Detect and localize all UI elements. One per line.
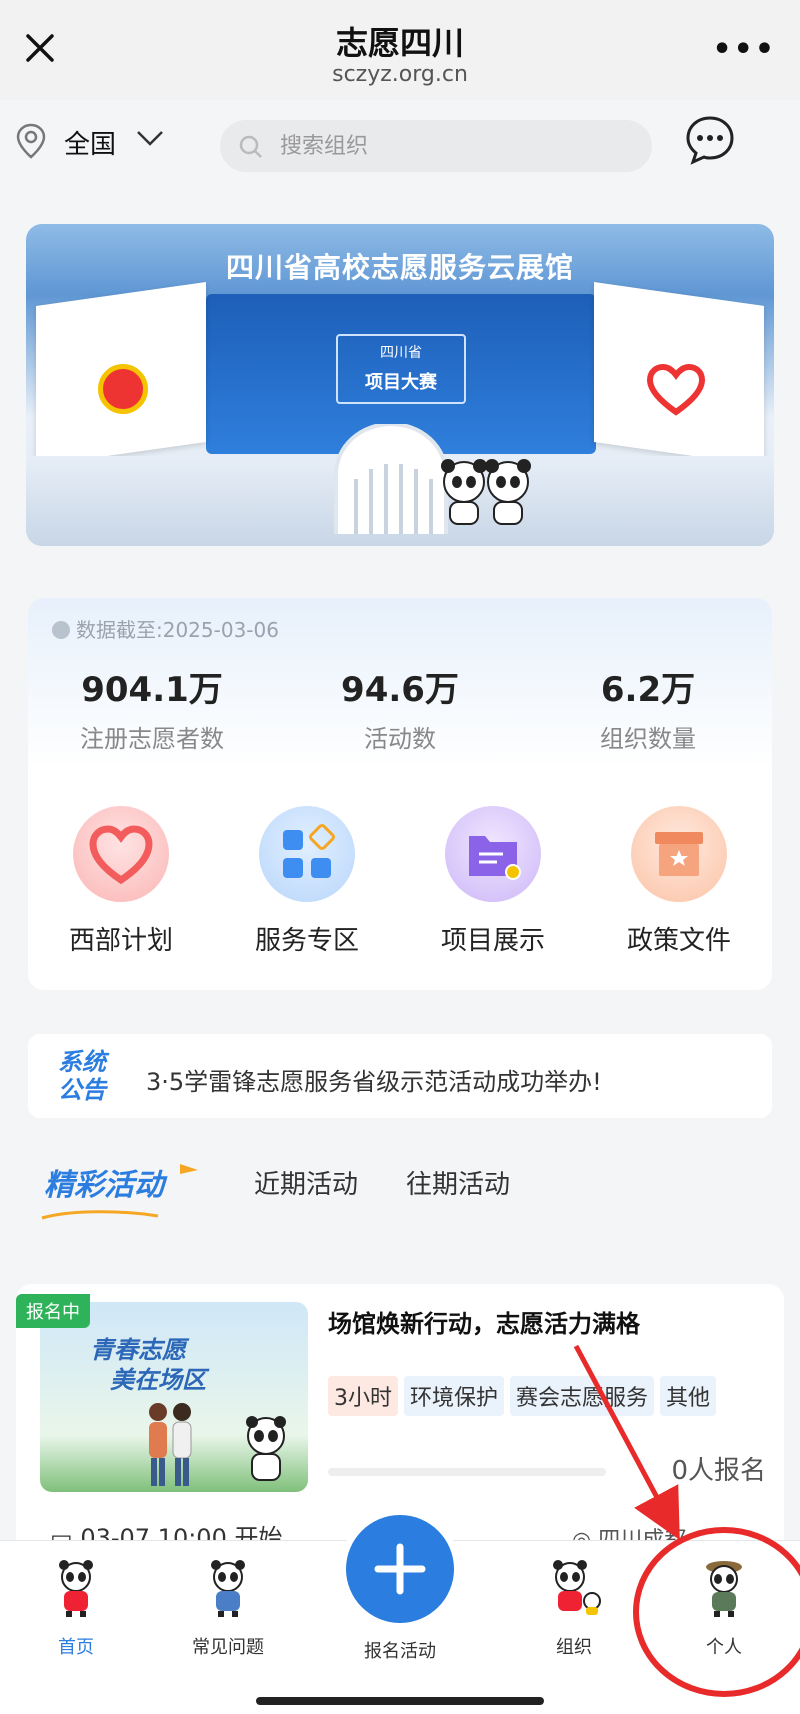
banner-screen-bottom: 项目大赛 [365,372,437,393]
tag-chip: 3小时 [328,1376,398,1416]
quick-western-plan[interactable]: 西部计划 [28,806,214,957]
panda-home-icon [59,1560,93,1617]
quick-service-zone[interactable]: 服务专区 [214,806,400,957]
top-bar: 志愿四川 sczyz.org.cn ••• [0,0,800,100]
quick-policy-docs[interactable]: 政策文件 [586,806,772,957]
stat-value: 6.2万 [600,670,696,710]
quick-project-showcase[interactable]: 项目展示 [400,806,586,957]
activity-tags: 3小时 环境保护 赛会志愿服务 其他 [328,1376,722,1416]
data-as-of-text: 数据截至:2025-03-06 [76,618,279,642]
stat-activities[interactable]: 94.6万 活动数 [276,662,524,754]
location-pin-icon[interactable] [14,122,48,160]
nav-home[interactable]: 首页 [16,1557,136,1659]
quick-icon-wrap [259,806,355,902]
tab-past[interactable]: 往期活动 [406,1164,510,1201]
quick-icon-wrap [631,806,727,902]
tab-underline-icon [41,1210,159,1220]
tag-chip: 赛会志愿服务 [510,1376,655,1416]
stats-card: 数据截至:2025-03-06 904.1万 注册志愿者数 94.6万 活动数 … [28,598,772,990]
activity-tabs: 精彩活动 近期活动 往期活动 [0,1150,800,1230]
page-title: 志愿四川 [335,24,464,62]
nav-label-signup[interactable]: 报名活动 [340,1637,460,1663]
nav-profile[interactable]: 个人 [664,1557,784,1659]
quick-icon-wrap [73,806,169,902]
status-badge: 报名中 [16,1294,90,1328]
home-indicator [256,1697,544,1705]
stat-label: 组织数量 [600,725,696,753]
nav-organization[interactable]: 组织 [514,1557,634,1659]
volunteers-illustration-icon [149,1403,192,1486]
tab-recent[interactable]: 近期活动 [254,1164,358,1201]
stat-organizations[interactable]: 6.2万 组织数量 [524,662,772,754]
search-icon [239,135,262,158]
search-bar[interactable] [220,120,652,172]
activity-title: 场馆焕新行动，志愿活力满格 [328,1310,640,1338]
banner-screen: 四川省 项目大赛 [336,334,466,404]
quick-label: 服务专区 [254,926,359,956]
nav-label: 首页 [58,1637,94,1658]
stat-label: 注册志愿者数 [80,725,224,753]
folder-icon [469,836,521,880]
nav-label: 组织 [556,1637,592,1658]
thumbnail-line2: 美在场区 [110,1366,206,1394]
banner-title: 四川省高校志愿服务云展馆 [225,251,574,284]
stat-label: 活动数 [364,725,436,753]
signup-count: 0人报名 [671,1456,766,1486]
location-selector[interactable]: 全国 [64,124,116,161]
bottom-nav: 首页 常见问题 报名活动 组织 个人 [0,1515,800,1714]
nav-label: 个人 [706,1637,742,1658]
grid-icon [283,824,335,878]
tag-chip: 其他 [660,1376,717,1416]
document-box-icon [655,832,703,876]
notice-tag: 系统公告 [58,1048,106,1104]
chevron-down-icon[interactable] [134,126,166,150]
data-as-of: 数据截至:2025-03-06 [52,614,279,643]
system-notice[interactable]: 系统公告 3·5学雷锋志愿服务省级示范活动成功举办! [28,1034,772,1118]
youth-league-emblem-icon [98,364,148,414]
heart-icon [89,825,153,885]
plus-icon [374,1543,426,1595]
volunteer-heart-logo-icon [646,363,706,416]
tab-featured[interactable]: 精彩活动 [44,1160,164,1204]
activity-card[interactable]: 青春志愿 美在场区 报名中 场馆焕新行动，志愿活力满格 3小时 环境保护 赛会志愿服… [16,1284,784,1554]
activity-thumbnail: 青春志愿 美在场区 [40,1302,308,1492]
info-icon [52,621,70,639]
quick-label: 政策文件 [626,926,731,956]
add-activity-button[interactable] [346,1515,454,1623]
more-icon[interactable]: ••• [712,32,776,67]
flag-icon [180,1164,198,1182]
search-input[interactable] [280,128,640,164]
stat-value: 904.1万 [81,670,223,710]
page-url: sczyz.org.cn [332,62,468,87]
stat-volunteers[interactable]: 904.1万 注册志愿者数 [28,662,276,754]
panda-mascots-icon [441,459,531,525]
banner-carousel[interactable]: 四川省高校志愿服务云展馆 四川省 项目大赛 [26,224,774,546]
panda-mascot-icon [246,1416,286,1481]
quick-label: 西部计划 [68,926,173,956]
quick-label: 项目展示 [440,926,545,956]
quick-icon-wrap [445,806,541,902]
stat-value: 94.6万 [341,670,459,710]
message-icon[interactable] [684,114,736,166]
notice-text: 3·5学雷锋志愿服务省级示范活动成功举办! [146,1068,602,1096]
signup-progress-bar [328,1468,606,1476]
panda-organization-icon [553,1560,601,1615]
panda-profile-icon [706,1561,742,1617]
panda-faq-icon [211,1560,245,1617]
banner-screen-top: 四川省 [380,345,422,361]
nav-label: 常见问题 [192,1637,264,1658]
nav-faq[interactable]: 常见问题 [168,1557,288,1659]
tag-chip: 环境保护 [404,1376,505,1416]
location-search-row: 全国 [0,108,800,178]
